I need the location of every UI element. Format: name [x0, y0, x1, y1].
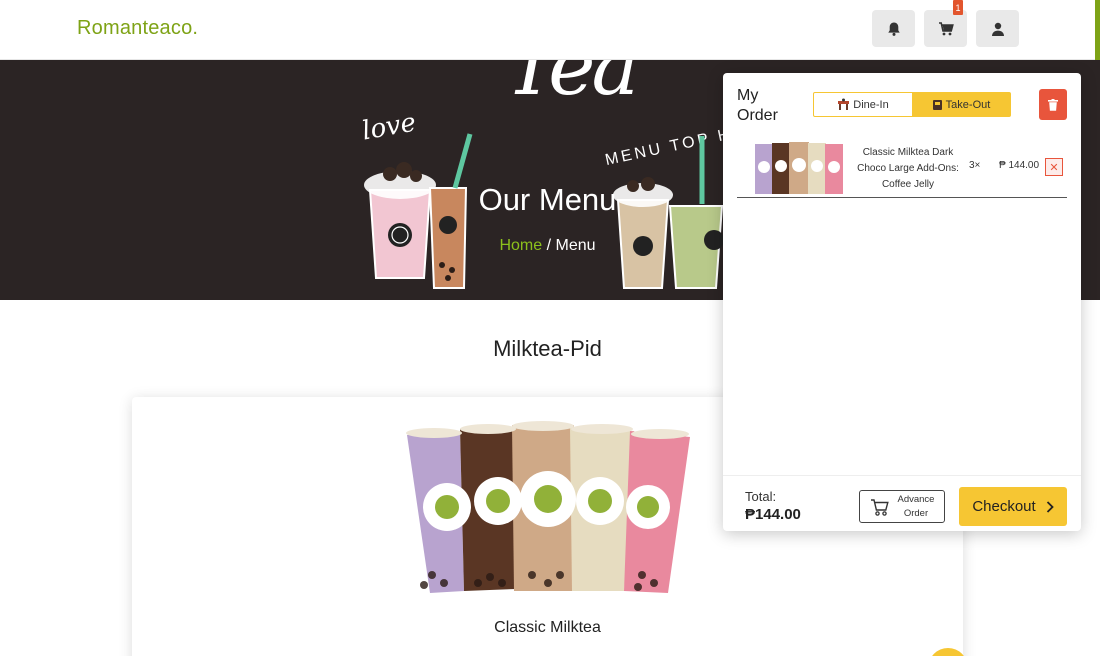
chevron-right-icon — [1046, 500, 1054, 513]
checkout-label: Checkout — [972, 498, 1036, 515]
remove-item-button[interactable]: ✕ — [1045, 158, 1063, 176]
cart-button[interactable] — [924, 10, 967, 47]
product-image — [406, 421, 690, 593]
bell-icon — [887, 22, 900, 36]
order-panel-title: My Order — [737, 87, 778, 124]
site-logo[interactable]: Romanteaco. — [77, 17, 198, 40]
close-icon: ✕ — [1049, 161, 1059, 174]
take-out-label: Take-Out — [945, 98, 991, 111]
breadcrumb-separator: / — [542, 237, 556, 254]
dine-in-icon — [838, 98, 850, 110]
notifications-button[interactable] — [872, 10, 915, 47]
advance-order-label: Advance Order — [897, 493, 935, 519]
dine-in-label: Dine-In — [853, 98, 889, 111]
total-label: Total: — [745, 489, 777, 504]
cart-outline-icon — [871, 498, 889, 516]
order-item-image — [755, 142, 843, 194]
breadcrumb-current: Menu — [555, 237, 596, 254]
order-item-price: ₱ 144.00 — [999, 160, 1040, 171]
total-value: ₱144.00 — [745, 506, 801, 523]
user-icon — [991, 22, 1004, 36]
account-button[interactable] — [976, 10, 1019, 47]
trash-icon — [1048, 98, 1058, 111]
order-panel: My Order Dine-In Take-Out Classic Milkte… — [723, 73, 1081, 531]
breadcrumb-home-link[interactable]: Home — [499, 237, 542, 254]
clear-order-button[interactable] — [1039, 89, 1067, 120]
order-footer: Total: ₱144.00 Advance Order Checkout — [723, 475, 1081, 531]
checkout-button[interactable]: Checkout — [959, 487, 1067, 526]
top-header: Romanteaco. 1 — [0, 0, 1100, 60]
order-item: Classic Milktea Dark Choco Large Add-Ons… — [737, 135, 1067, 198]
take-out-option[interactable]: Take-Out — [912, 93, 1010, 116]
order-mode-toggle: Dine-In Take-Out — [813, 92, 1011, 117]
order-item-quantity: 3× — [969, 160, 981, 171]
cart-count-badge: 1 — [953, 0, 963, 15]
cart-icon — [938, 21, 954, 35]
order-item-name: Classic Milktea Dark Choco Large Add-Ons… — [857, 147, 959, 190]
take-out-icon — [932, 100, 942, 110]
dine-in-option[interactable]: Dine-In — [814, 93, 912, 116]
product-name: Classic Milktea — [494, 619, 601, 636]
advance-order-button[interactable]: Advance Order — [859, 490, 945, 523]
